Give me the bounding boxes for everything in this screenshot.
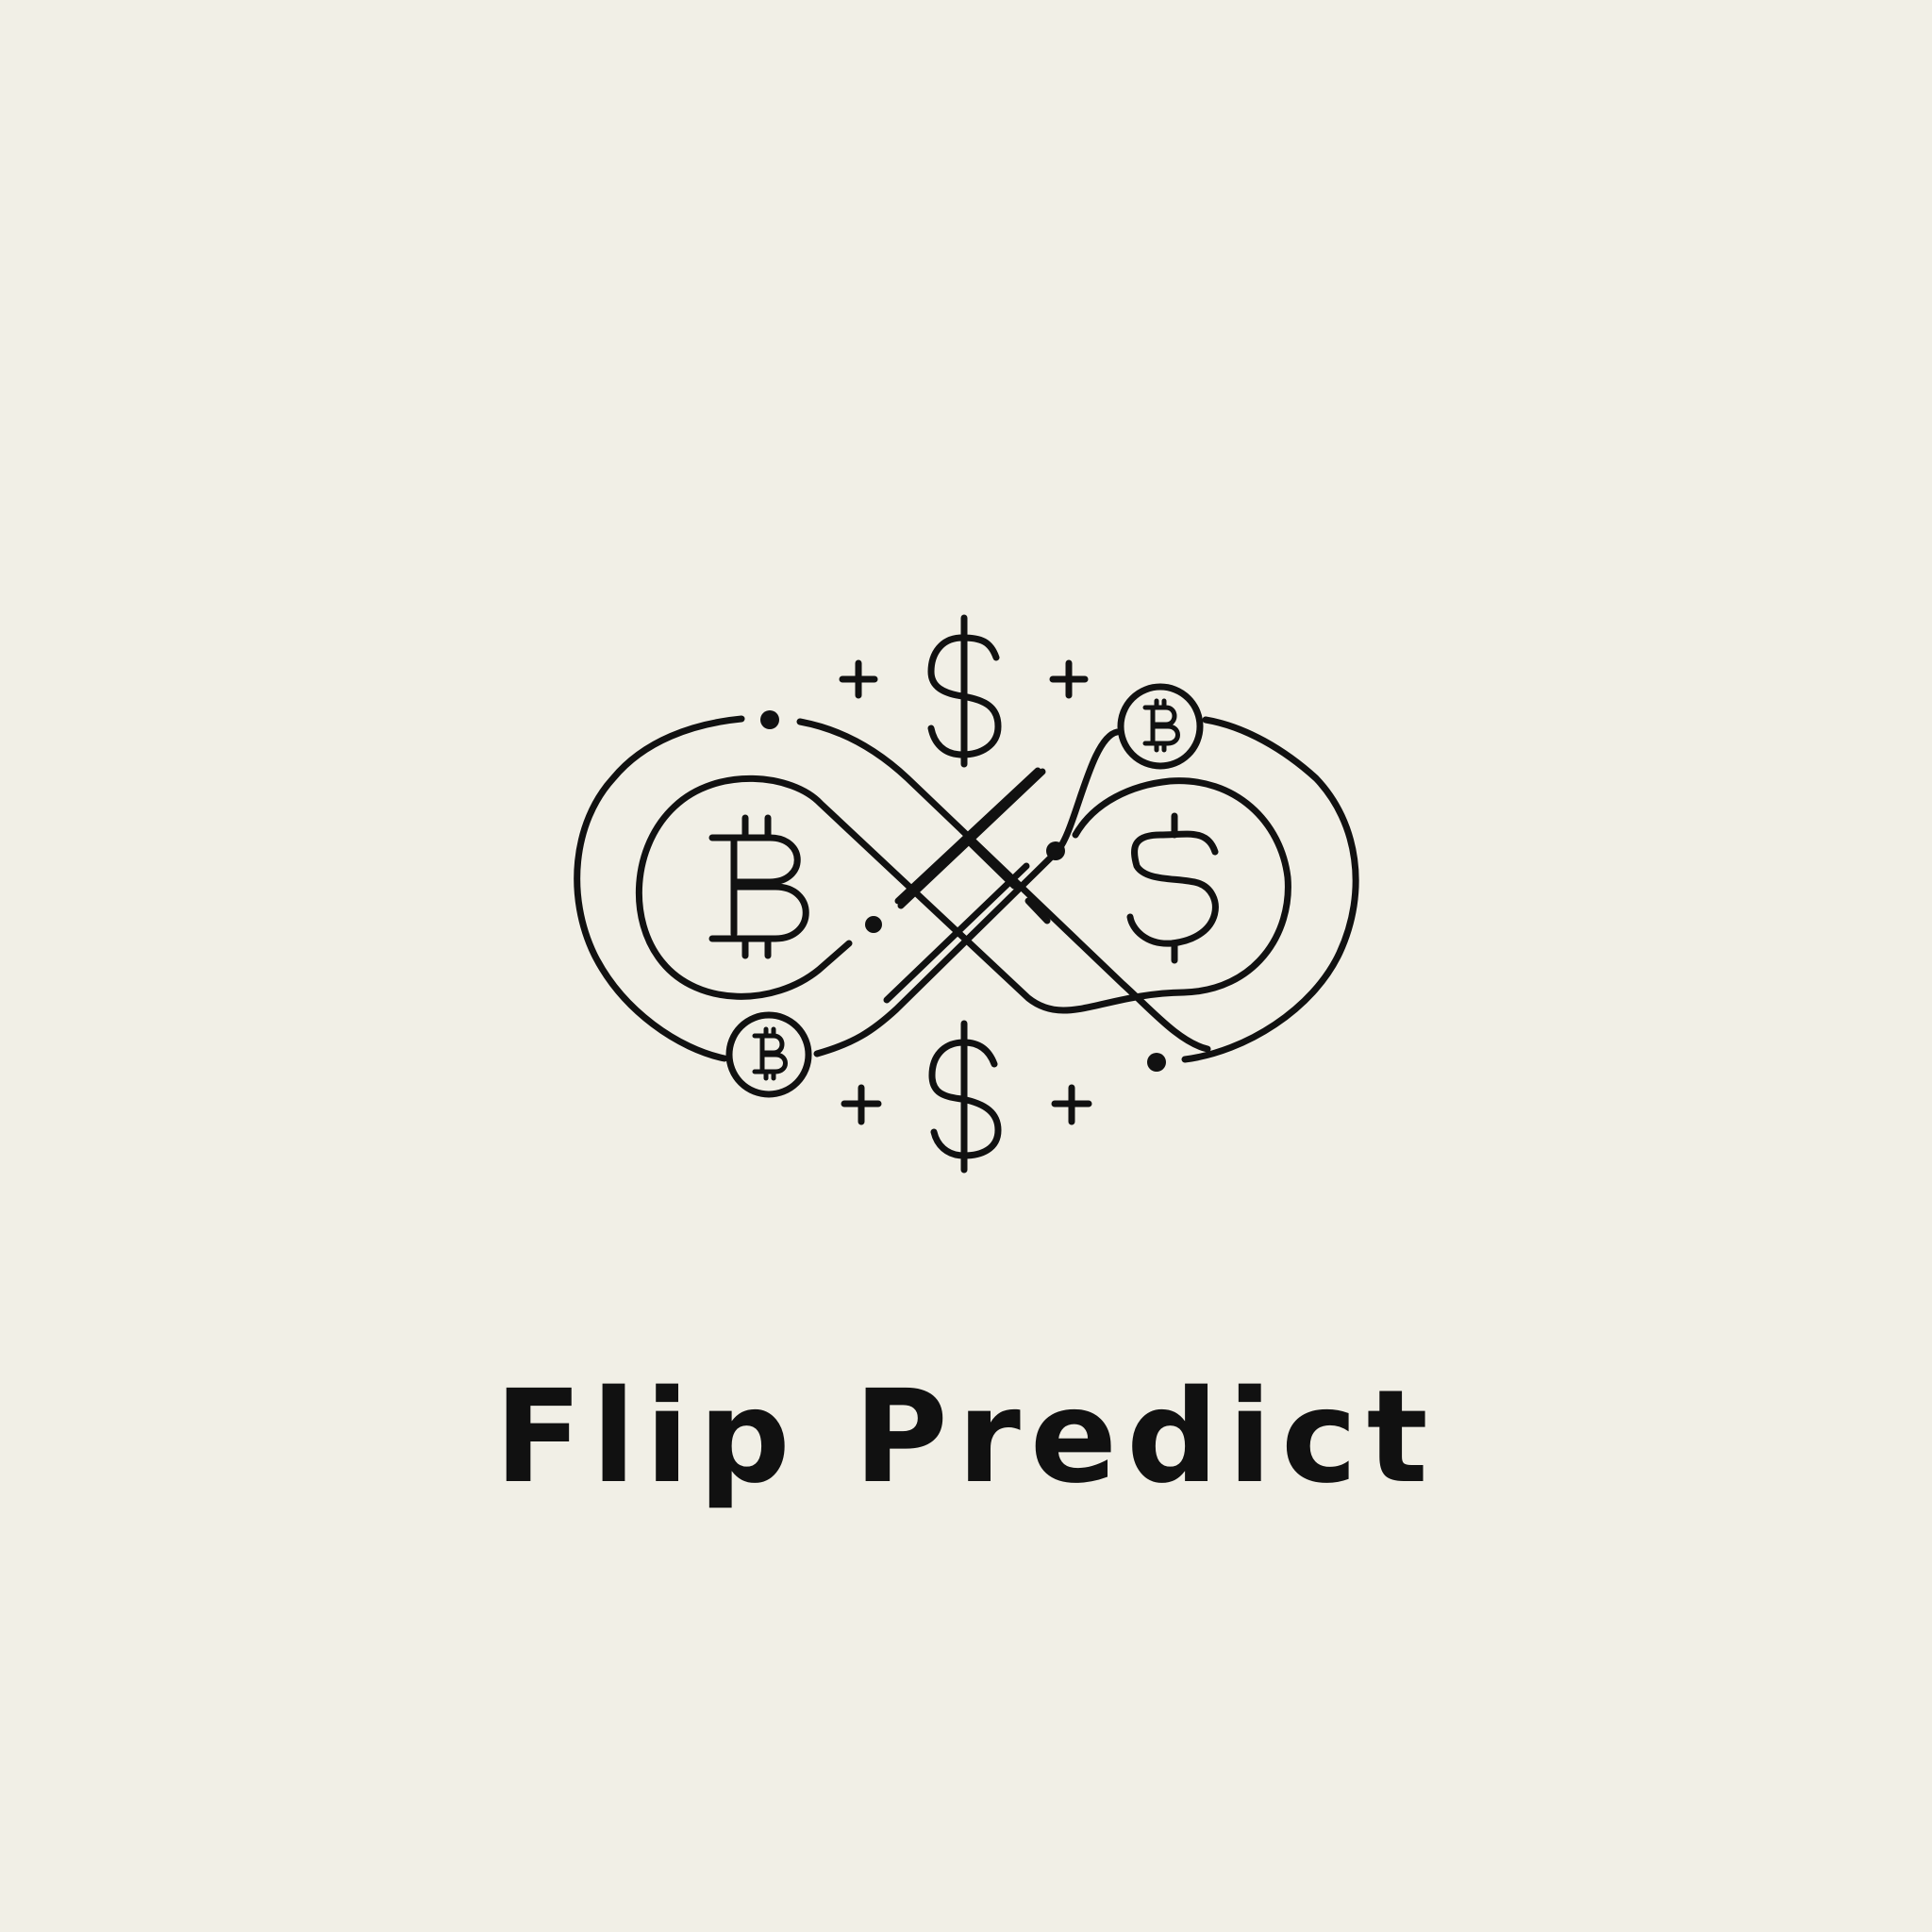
infinity-logo-icon bbox=[574, 614, 1359, 1174]
bitcoin-coin-icon bbox=[1117, 683, 1204, 770]
bitcoin-icon bbox=[708, 814, 809, 959]
bitcoin-coin-icon bbox=[725, 1011, 812, 1098]
dollar-icon bbox=[1126, 812, 1219, 964]
outer-infinity-loop bbox=[574, 715, 1359, 1063]
logo-canvas: Flip Predict bbox=[0, 0, 1932, 1932]
brand-wordmark: Flip Predict bbox=[494, 1363, 1438, 1512]
dollar-sign-icon bbox=[927, 614, 1002, 768]
dollar-sign-icon bbox=[928, 1020, 1002, 1174]
